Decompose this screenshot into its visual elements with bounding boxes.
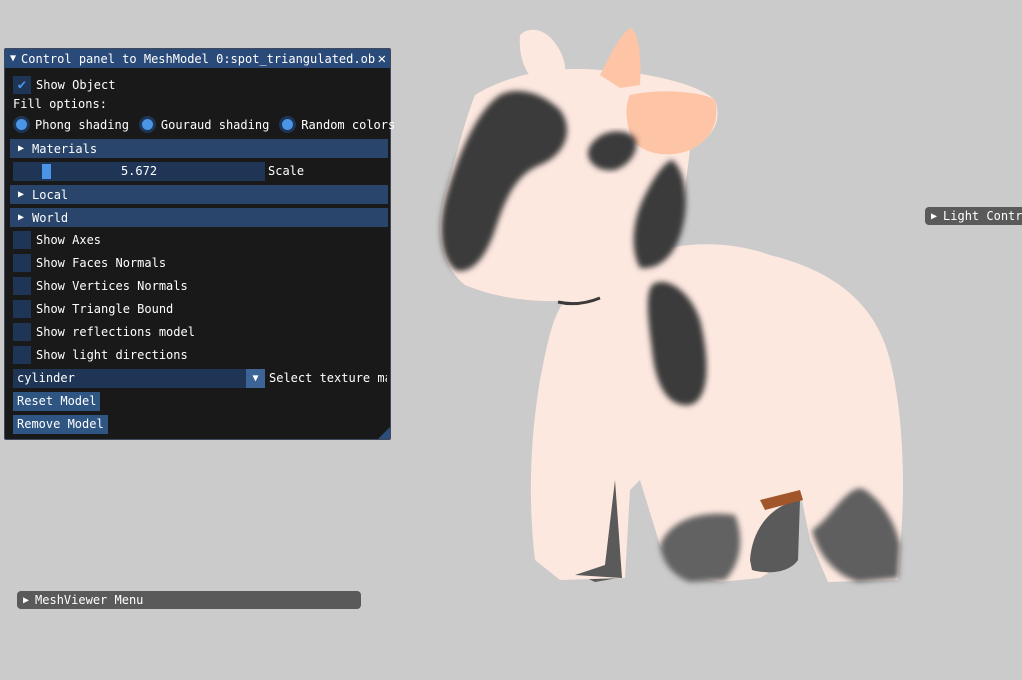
resize-grip-icon[interactable] xyxy=(378,427,390,439)
show-triangle-bound-row[interactable]: Show Triangle Bound xyxy=(13,300,173,318)
close-icon[interactable]: ✕ xyxy=(378,52,386,66)
scale-value: 5.672 xyxy=(120,164,158,178)
meshviewer-menu-window[interactable]: ▶ MeshViewer Menu xyxy=(17,591,361,609)
radio-phong-label: Phong shading xyxy=(35,117,129,132)
reset-model-button[interactable]: Reset Model xyxy=(13,392,101,411)
radio-button[interactable] xyxy=(279,116,297,133)
light-control-label: Light Contr xyxy=(943,209,1022,223)
light-control-window[interactable]: ▶ Light Contr xyxy=(925,207,1022,225)
meshviewer-menu-label: MeshViewer Menu xyxy=(35,593,144,607)
radio-random-colors-label: Random colors xyxy=(301,117,396,132)
texture-combo-label: Select texture ma xyxy=(269,371,387,385)
materials-label: Materials xyxy=(32,141,98,156)
local-header[interactable]: ▶ Local xyxy=(10,185,388,204)
world-header[interactable]: ▶ World xyxy=(10,208,388,227)
show-light-directions-checkbox[interactable] xyxy=(13,346,31,364)
scale-label: Scale xyxy=(268,164,305,178)
show-faces-normals-label: Show Faces Normals xyxy=(36,256,167,270)
triangle-right-icon: ▶ xyxy=(18,143,25,154)
radio-dot-icon xyxy=(282,119,294,130)
triangle-right-icon[interactable]: ▶ xyxy=(23,595,29,606)
fill-options-label: Fill options: xyxy=(13,97,107,111)
show-light-directions-label: Show light directions xyxy=(36,348,188,362)
show-vertices-normals-checkbox[interactable] xyxy=(13,277,31,295)
show-object-label: Show Object xyxy=(36,78,116,92)
radio-dot-icon xyxy=(141,119,153,130)
radio-button[interactable] xyxy=(13,116,30,133)
triangle-down-icon[interactable]: ▼ xyxy=(10,53,16,64)
fill-options-text: Fill options: xyxy=(13,97,107,111)
triangle-right-icon: ▶ xyxy=(18,212,25,223)
show-object-checkbox[interactable]: ✔ xyxy=(13,76,31,94)
triangle-right-icon[interactable]: ▶ xyxy=(931,211,937,222)
show-reflections-model-checkbox[interactable] xyxy=(13,323,31,341)
scale-slider[interactable]: 5.672 xyxy=(13,162,265,181)
show-axes-row[interactable]: Show Axes xyxy=(13,231,101,249)
texture-combo[interactable]: cylinder ▼ xyxy=(13,369,265,388)
radio-button[interactable] xyxy=(138,116,156,133)
show-faces-normals-checkbox[interactable] xyxy=(13,254,31,272)
fill-options-group: Phong shading Gouraud shading Random col… xyxy=(13,116,405,133)
show-reflections-model-label: Show reflections model xyxy=(36,325,195,339)
control-panel-window[interactable]: ▼ Control panel to MeshModel 0:spot_tria… xyxy=(4,48,395,440)
checkmark-icon: ✔ xyxy=(17,77,27,93)
show-axes-label: Show Axes xyxy=(36,233,102,247)
triangle-right-icon: ▶ xyxy=(18,189,25,200)
texture-combo-value: cylinder xyxy=(17,371,75,385)
world-label: World xyxy=(32,210,69,225)
radio-gouraud-label: Gouraud shading xyxy=(160,117,270,132)
show-triangle-bound-checkbox[interactable] xyxy=(13,300,31,318)
show-triangle-bound-label: Show Triangle Bound xyxy=(36,302,174,316)
control-panel-titlebar[interactable]: ▼ Control panel to MeshModel 0:spot_tria… xyxy=(5,49,390,68)
show-light-directions-row[interactable]: Show light directions xyxy=(13,346,188,364)
radio-gouraud[interactable]: Gouraud shading xyxy=(138,116,270,133)
local-label: Local xyxy=(32,187,69,202)
radio-dot-icon xyxy=(16,119,27,130)
show-object-row[interactable]: ✔ Show Object xyxy=(13,76,115,94)
show-vertices-normals-row[interactable]: Show Vertices Normals xyxy=(13,277,188,295)
radio-phong[interactable]: Phong shading xyxy=(13,116,129,133)
show-vertices-normals-label: Show Vertices Normals xyxy=(36,279,188,293)
remove-model-button[interactable]: Remove Model xyxy=(13,415,108,434)
show-faces-normals-row[interactable]: Show Faces Normals xyxy=(13,254,166,272)
radio-random-colors[interactable]: Random colors xyxy=(279,116,395,133)
chevron-down-icon[interactable]: ▼ xyxy=(246,369,265,388)
show-reflections-model-row[interactable]: Show reflections model xyxy=(13,323,195,341)
show-axes-checkbox[interactable] xyxy=(13,231,31,249)
materials-header[interactable]: ▶ Materials xyxy=(10,139,388,158)
control-panel-title: Control panel to MeshModel 0:spot_triang… xyxy=(21,51,376,66)
